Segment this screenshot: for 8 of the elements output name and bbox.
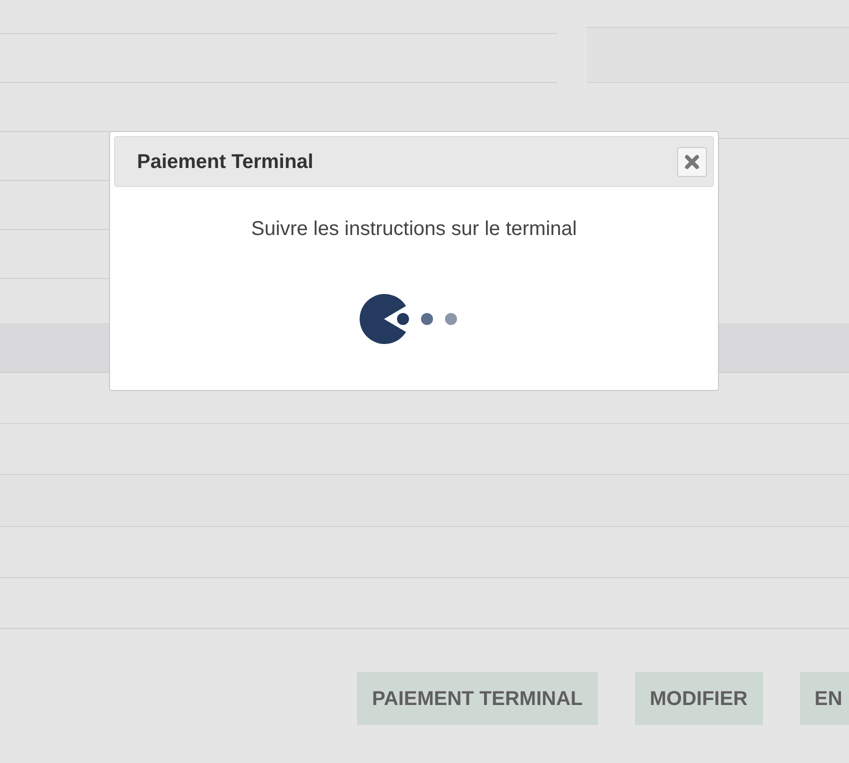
dialog-title: Paiement Terminal (137, 150, 314, 174)
close-button[interactable] (677, 146, 707, 176)
loading-icon (359, 294, 459, 344)
dialog-message: Suivre les instructions sur le terminal (251, 217, 577, 242)
action-button[interactable]: EN (800, 672, 849, 725)
close-icon (684, 154, 700, 170)
action-button[interactable]: PAIEMENT TERMINAL (357, 672, 598, 725)
action-button[interactable]: MODIFIER (634, 672, 763, 725)
